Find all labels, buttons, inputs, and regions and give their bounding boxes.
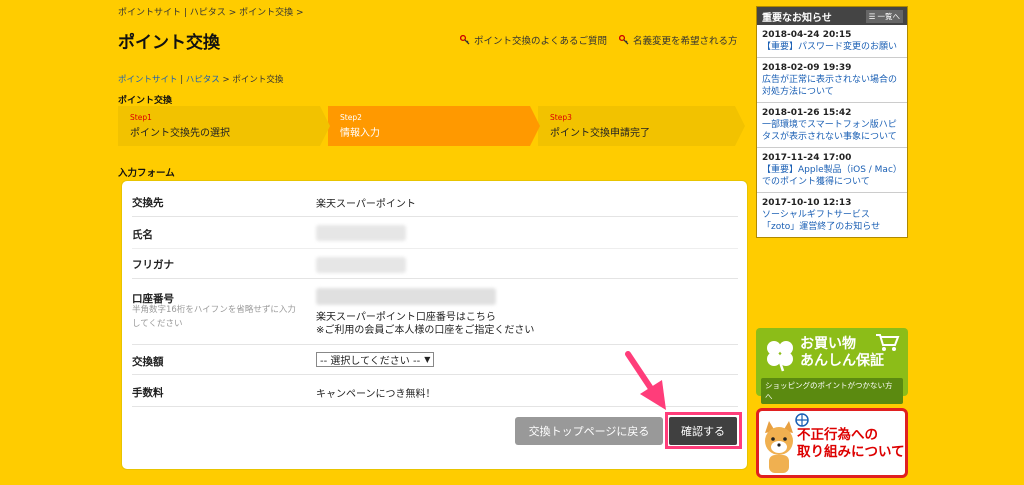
- breadcrumb-link-pointsite[interactable]: ポイントサイト: [118, 75, 178, 85]
- step-number: Step2: [340, 113, 362, 122]
- fraud-banner-line2: 取り組みについて: [797, 444, 905, 460]
- confirm-button[interactable]: 確認する: [669, 417, 737, 445]
- account-number-input[interactable]: [316, 288, 496, 305]
- shopping-banner-line2: あんしん保証: [800, 353, 884, 369]
- notices-list-label: 一覧へ: [877, 11, 901, 21]
- chevron-down-icon: ▼: [424, 355, 431, 364]
- key-icon: [619, 35, 629, 45]
- breadcrumb-separator: >: [222, 75, 233, 85]
- destination-label: 交換先: [132, 197, 164, 209]
- name-change-link-label: 名義変更を希望される方: [633, 36, 738, 47]
- breadcrumb-second: ポイントサイト | ハピタス > ポイント交換: [118, 73, 283, 85]
- breadcrumb-trailing-arrow: >: [295, 8, 304, 18]
- news-date: 2017-11-24 17:00: [762, 153, 852, 163]
- clover-icon: [767, 341, 793, 372]
- account-note: ※ご利用の会員ご本人様の口座をご指定ください: [316, 325, 535, 336]
- furigana-label: フリガナ: [132, 259, 174, 271]
- news-title[interactable]: 広告が正常に表示されない場合の対処方法について: [762, 74, 902, 98]
- amount-select-value: -- 選択してください --: [320, 356, 421, 367]
- fraud-banner-title: 不正行為への 取り組みについて: [797, 427, 905, 461]
- fraud-banner-line1: 不正行為への: [797, 427, 878, 443]
- destination-value: 楽天スーパーポイント: [316, 199, 416, 210]
- header-links: ポイント交換のよくあるご質問 名義変更を希望される方: [460, 33, 738, 47]
- faq-link[interactable]: ポイント交換のよくあるご質問: [460, 33, 607, 47]
- name-label: 氏名: [132, 229, 153, 241]
- step-label: 情報入力: [340, 128, 380, 139]
- news-title[interactable]: ソーシャルギフトサービス「zoto」運営終了のお知らせ: [762, 209, 902, 233]
- news-item[interactable]: 2017-11-24 17:00 【重要】Apple製品（iOS / Mac）で…: [757, 148, 907, 193]
- pointer-arrow-icon: [625, 351, 666, 410]
- step-2-active: Step2 情報入力: [328, 106, 540, 146]
- breadcrumb-current: ポイント交換: [232, 75, 284, 85]
- key-icon: [460, 35, 470, 45]
- breadcrumb-separator: >: [228, 8, 240, 18]
- step-progress: Step1 ポイント交換先の選択 Step2 情報入力 Step3 ポイント交換…: [118, 106, 745, 146]
- fraud-prevention-banner[interactable]: 不正行為への 取り組みについて: [756, 408, 908, 478]
- step-number: Step1: [130, 113, 152, 122]
- step-label: ポイント交換先の選択: [130, 128, 230, 139]
- news-title[interactable]: 【重要】Apple製品（iOS / Mac）でのポイント獲得について: [762, 164, 902, 188]
- news-date: 2017-10-10 12:13: [762, 198, 852, 208]
- fee-value: キャンペーンにつき無料！: [316, 389, 436, 400]
- form-label: 入力フォーム: [118, 168, 175, 179]
- news-item[interactable]: 2018-02-09 19:39 広告が正常に表示されない場合の対処方法について: [757, 58, 907, 103]
- row-account: 口座番号 半角数字16桁をハイフンを省略せずに入力してください 楽天スーパーポイ…: [132, 279, 738, 345]
- step-3: Step3 ポイント交換申請完了: [538, 106, 745, 146]
- news-date: 2018-01-26 15:42: [762, 108, 852, 118]
- dog-mascot-icon: [765, 421, 793, 473]
- news-title[interactable]: 一部環境でスマートフォン版ハピタスが表示されない事象について: [762, 119, 902, 143]
- step-1: Step1 ポイント交換先の選択: [118, 106, 330, 146]
- amount-select[interactable]: -- 選択してください -- ▼: [316, 352, 435, 367]
- account-hint: 半角数字16桁をハイフンを省略せずに入力してください: [132, 305, 296, 329]
- amount-label: 交換額: [132, 356, 164, 368]
- furigana-value-redacted: [316, 257, 406, 273]
- shopping-banner-line1: お買い物: [800, 336, 856, 352]
- page-title: ポイント交換: [118, 33, 220, 53]
- shopping-guarantee-banner[interactable]: お買い物 あんしん保証 ショッピングのポイントがつかない方へ: [756, 328, 908, 404]
- row-furigana: フリガナ: [132, 249, 738, 279]
- section-label: ポイント交換: [118, 96, 173, 106]
- name-value-redacted: [316, 225, 406, 241]
- shopping-banner-sub: ショッピングのポイントがつかない方へ: [761, 378, 903, 404]
- breadcrumb-link-pointsite[interactable]: ポイントサイト: [118, 8, 181, 18]
- news-date: 2018-04-24 20:15: [762, 30, 852, 40]
- input-form: 交換先 楽天スーパーポイント 氏名 フリガナ 口座番号 半角数字16桁をハイフン…: [121, 180, 748, 470]
- important-notices-panel: 重要なお知らせ ☰ 一覧へ 2018-04-24 20:15 【重要】パスワード…: [756, 6, 908, 238]
- news-title[interactable]: 【重要】パスワード変更のお願い: [762, 41, 902, 53]
- step-label: ポイント交換申請完了: [550, 128, 650, 139]
- shopping-banner-title: お買い物 あんしん保証: [800, 336, 884, 370]
- target-icon: [795, 413, 809, 427]
- notices-header: 重要なお知らせ ☰ 一覧へ: [757, 7, 907, 25]
- step-number: Step3: [550, 113, 572, 122]
- row-name: 氏名: [132, 217, 738, 249]
- notices-list-button[interactable]: ☰ 一覧へ: [865, 9, 903, 23]
- news-item[interactable]: 2018-04-24 20:15 【重要】パスワード変更のお願い: [757, 25, 907, 58]
- news-date: 2018-02-09 19:39: [762, 63, 852, 73]
- news-item[interactable]: 2017-10-10 12:13 ソーシャルギフトサービス「zoto」運営終了の…: [757, 193, 907, 237]
- breadcrumb-link-hapitas[interactable]: ハピタス: [186, 75, 220, 85]
- fee-label: 手数料: [132, 387, 164, 399]
- breadcrumb-top: ポイントサイト | ハピタス > ポイント交換 >: [118, 5, 304, 18]
- list-icon: ☰: [868, 11, 876, 21]
- breadcrumb-current: ポイント交換: [239, 8, 294, 18]
- back-to-exchange-top-button[interactable]: 交換トップページに戻る: [515, 417, 663, 445]
- row-destination: 交換先 楽天スーパーポイント: [132, 181, 738, 217]
- name-change-link[interactable]: 名義変更を希望される方: [619, 33, 738, 47]
- news-item[interactable]: 2018-01-26 15:42 一部環境でスマートフォン版ハピタスが表示されな…: [757, 103, 907, 148]
- notices-title: 重要なお知らせ: [762, 12, 832, 24]
- faq-link-label: ポイント交換のよくあるご質問: [474, 36, 608, 47]
- breadcrumb-link-hapitas[interactable]: ハピタス: [190, 8, 226, 18]
